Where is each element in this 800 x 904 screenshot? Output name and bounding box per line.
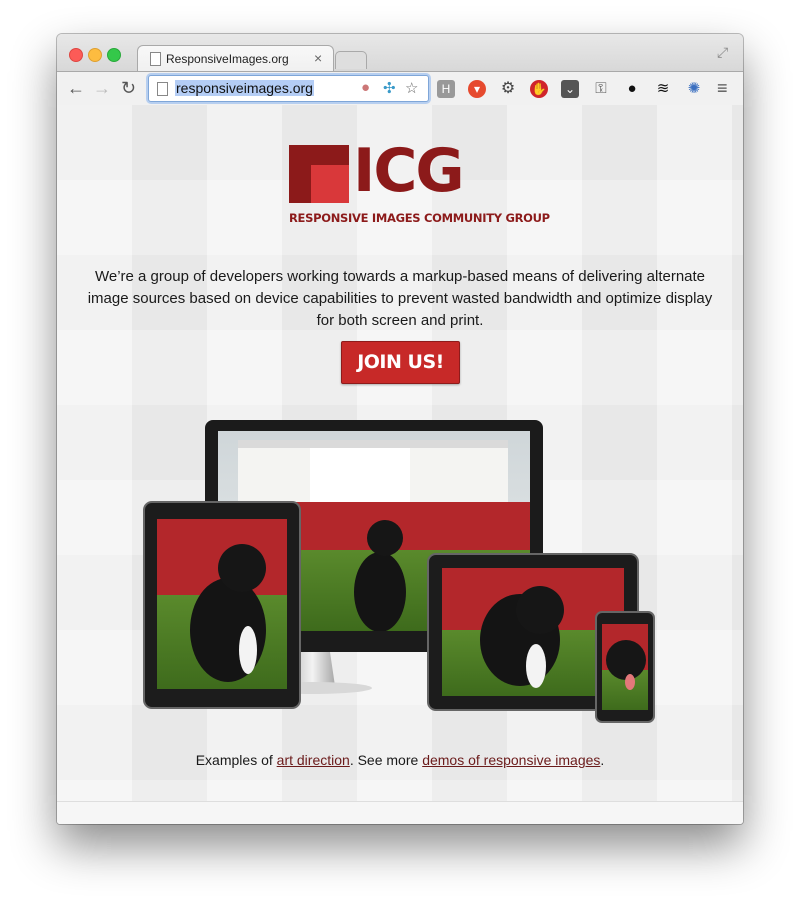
intro-text: We’re a group of developers working towa… (87, 268, 713, 329)
title-bar: ResponsiveImages.org × ⤢ (57, 34, 743, 72)
art-direction-link[interactable]: art direction (277, 752, 350, 768)
globe-icon[interactable]: ✺ (685, 80, 703, 98)
web-page: ICG RESPONSIVE IMAGES COMMUNITY GROUP We… (57, 105, 743, 824)
browser-window: ResponsiveImages.org × ⤢ ← → ↻ responsiv… (57, 34, 743, 824)
examples-caption: Examples of art direction. See more demo… (57, 752, 743, 768)
settings-gear-icon[interactable]: ⚙ (499, 80, 517, 98)
download-extension-icon[interactable]: ▾ (468, 80, 486, 98)
address-bar[interactable]: responsiveimages.org ● ✣ ☆ (148, 75, 429, 102)
maximize-window-button[interactable] (107, 48, 121, 62)
bookmark-star-icon[interactable]: ☆ (405, 79, 418, 97)
logo-letters: ICG (353, 136, 465, 206)
device-mockup-illustration (143, 420, 655, 723)
examples-suffix: . (600, 752, 605, 768)
cookie-blocked-icon[interactable]: ● (361, 79, 370, 96)
h-extension-icon[interactable]: H (437, 80, 455, 98)
examples-prefix: Examples of (195, 752, 277, 768)
back-button[interactable]: ← (67, 78, 85, 98)
tab-close-icon[interactable]: × (314, 50, 322, 66)
extension-icon[interactable]: ✣ (383, 79, 396, 97)
tablet-left (143, 501, 301, 709)
footer-band (57, 801, 743, 824)
menu-icon[interactable]: ≡ (717, 78, 728, 98)
logo-tagline: RESPONSIVE IMAGES COMMUNITY GROUP (289, 211, 550, 225)
key-icon[interactable]: ⚿ (592, 80, 610, 98)
logo-mark (289, 145, 349, 203)
forward-button[interactable]: → (93, 78, 111, 98)
browser-tab[interactable]: ResponsiveImages.org × (137, 45, 334, 72)
layers-icon[interactable]: ≋ (654, 80, 672, 98)
adblock-icon[interactable]: ✋ (530, 80, 548, 98)
reload-button[interactable]: ↻ (121, 78, 136, 98)
tab-title: ResponsiveImages.org (166, 52, 289, 66)
join-us-button[interactable]: JOIN US! (341, 341, 460, 384)
demos-link[interactable]: demos of responsive images (422, 752, 600, 768)
bomb-icon[interactable]: ● (623, 80, 641, 98)
close-window-button[interactable] (69, 48, 83, 62)
examples-middle: . See more (349, 752, 423, 768)
minimize-window-button[interactable] (88, 48, 102, 62)
ricg-logo: ICG RESPONSIVE IMAGES COMMUNITY GROUP (289, 139, 550, 229)
fullscreen-icon[interactable]: ⤢ (717, 44, 728, 61)
smartphone (595, 611, 655, 723)
new-tab-button[interactable] (335, 51, 367, 69)
pocket-icon[interactable]: ⌄ (561, 80, 579, 98)
page-icon (157, 82, 168, 96)
page-icon (150, 52, 161, 66)
browser-toolbar: ← → ↻ responsiveimages.org ● ✣ ☆ H ▾ ⚙ ✋… (57, 71, 743, 106)
address-text[interactable]: responsiveimages.org (175, 80, 314, 96)
